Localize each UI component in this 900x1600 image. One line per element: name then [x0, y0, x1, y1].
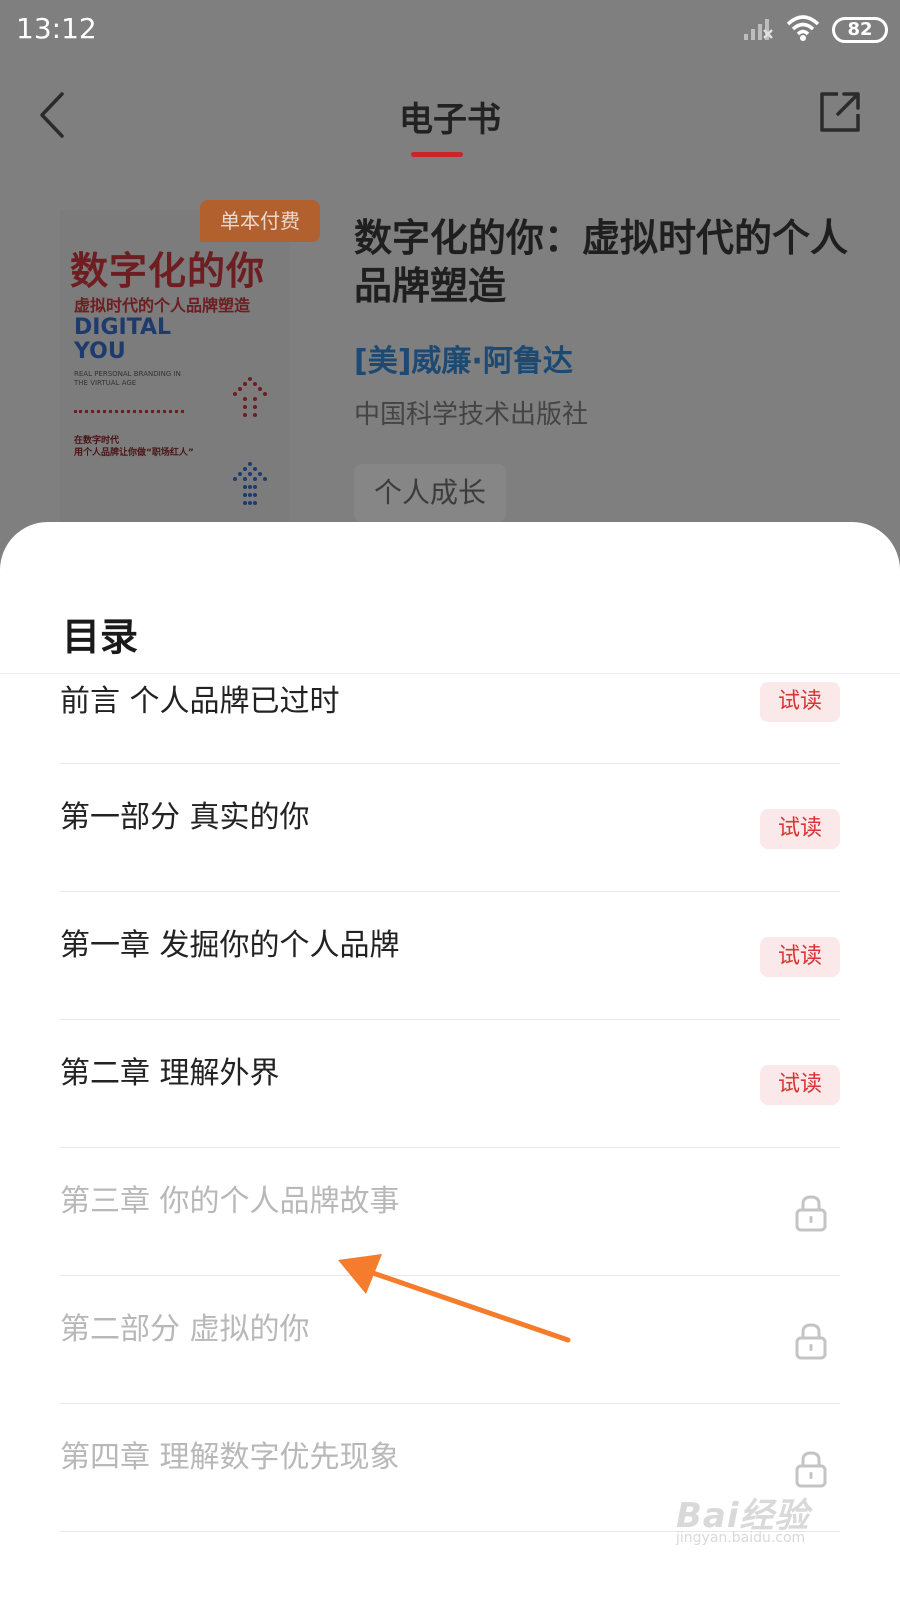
cover-english-subtitle: REAL PERSONAL BRANDING IN THE VIRTUAL AG… — [74, 370, 181, 387]
cover-slogan: 在数字时代 用个人品牌让你做“职场红人” — [74, 435, 194, 459]
category-tag[interactable]: 个人成长 — [354, 464, 507, 522]
toc-item[interactable]: 前言 个人品牌已过时 试读 — [60, 674, 840, 764]
cover-up-arrow-red-icon — [233, 377, 267, 417]
book-cover-image[interactable]: 数字化的你 虚拟时代的个人品牌塑造 DIGITAL YOU REAL PERSO… — [60, 210, 290, 540]
toc-item-label: 第一部分 真实的你 — [60, 800, 310, 835]
page-title: 电子书 — [399, 100, 501, 140]
cover-subtitle: 虚拟时代的个人品牌塑造 — [74, 296, 251, 315]
toc-item-label: 第一章 发掘你的个人品牌 — [60, 928, 400, 963]
trial-badge[interactable]: 试读 — [760, 809, 840, 849]
toc-item-label: 第四章 理解数字优先现象 — [60, 1440, 400, 1475]
toc-header: 目录 — [0, 522, 900, 674]
trial-badge[interactable]: 试读 — [760, 1065, 840, 1105]
book-publisher: 中国科学技术出版社 — [354, 400, 589, 430]
signal-icon — [744, 19, 773, 40]
cover-title: 数字化的你 — [70, 249, 266, 293]
trial-badge[interactable]: 试读 — [760, 682, 840, 722]
wifi-icon — [786, 15, 820, 41]
watermark-url: jingyan.baidu.com — [676, 1530, 806, 1546]
cover-up-arrow-blue-icon — [233, 462, 267, 505]
book-title: 数字化的你：虚拟时代的个人品牌塑造 — [354, 216, 849, 308]
paid-badge: 单本付费 — [200, 200, 320, 242]
cover-dotted-line — [74, 410, 184, 413]
lock-icon — [795, 1323, 827, 1360]
toc-item-label: 前言 个人品牌已过时 — [60, 684, 340, 719]
cover-slogan-line2: 用个人品牌让你做“职场红人” — [74, 448, 194, 458]
title-underline — [411, 152, 463, 157]
watermark: Bai经验 jingyan.baidu.com — [676, 1468, 846, 1548]
cover-english-line1: DIGITAL — [74, 315, 172, 340]
toc-item[interactable]: 第二章 理解外界 试读 — [60, 1020, 840, 1148]
header: 电子书 — [0, 70, 900, 170]
toc-item[interactable]: 第一部分 真实的你 试读 — [60, 764, 840, 892]
toc-sheet: 目录 前言 个人品牌已过时 试读 第一部分 真实的你 试读 第一章 发掘你的个人… — [0, 522, 900, 1600]
status-bar: 13:12 82 — [0, 0, 900, 60]
toc-item[interactable]: 第一章 发掘你的个人品牌 试读 — [60, 892, 840, 1020]
cover-english-title: DIGITAL YOU — [74, 316, 171, 364]
toc-title: 目录 — [62, 615, 139, 659]
cover-english-line2: YOU — [74, 339, 126, 364]
toc-item-label: 第三章 你的个人品牌故事 — [60, 1184, 400, 1219]
lock-icon — [795, 1195, 827, 1232]
toc-item-label: 第二章 理解外界 — [60, 1056, 280, 1091]
trial-badge[interactable]: 试读 — [760, 937, 840, 977]
battery-indicator: 82 — [832, 17, 888, 43]
book-author[interactable]: [美]威廉·阿鲁达 — [354, 336, 573, 380]
annotation-arrow-icon — [338, 1254, 571, 1343]
status-time: 13:12 — [16, 12, 97, 45]
toc-list: 前言 个人品牌已过时 试读 第一部分 真实的你 试读 第一章 发掘你的个人品牌 … — [0, 674, 900, 1532]
share-icon[interactable] — [816, 88, 864, 136]
toc-item-label: 第二部分 虚拟的你 — [60, 1312, 310, 1347]
cover-slogan-line1: 在数字时代 — [74, 436, 120, 446]
